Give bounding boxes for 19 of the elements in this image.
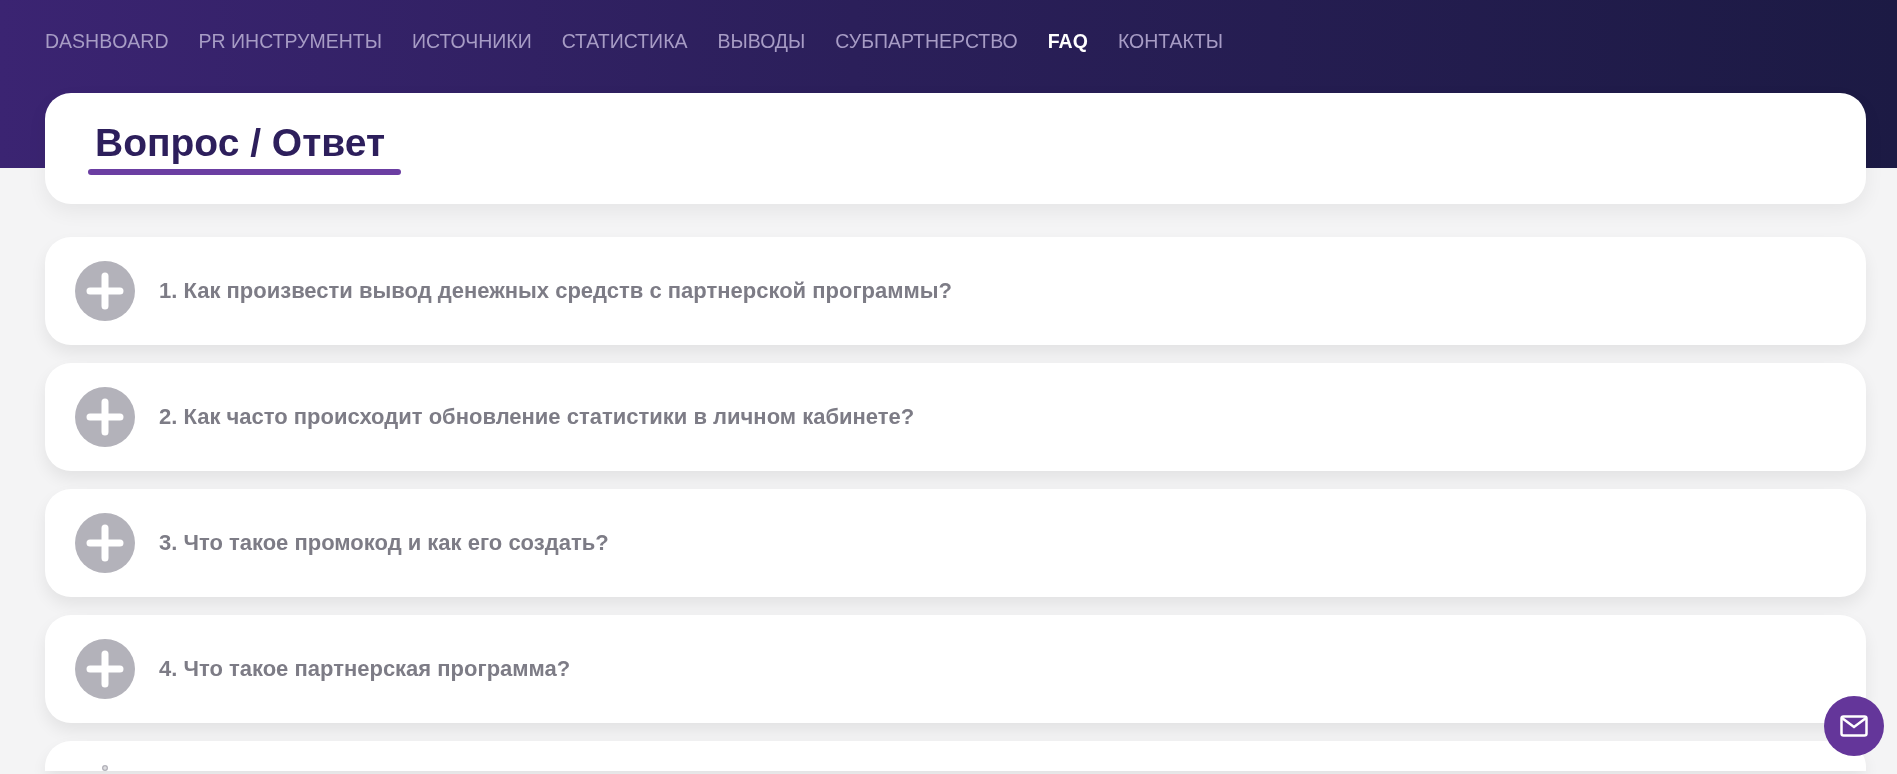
nav-link[interactable]: ИСТОЧНИКИ — [411, 29, 532, 53]
nav-link[interactable]: СУБПАРТНЕРСТВО — [835, 29, 1018, 53]
faq-item[interactable]: 2. Как часто происходит обновление статистики в личном кабинете? — [45, 363, 1866, 471]
faq-question: 3. Что такое промокод и как его создать? — [159, 530, 609, 556]
faq-question: 2. Как часто происходит обновление статистики в личном кабинете? — [159, 404, 915, 430]
nav-link[interactable]: ВЫВОДЫ — [717, 29, 806, 53]
envelope-icon — [1840, 715, 1868, 737]
mail-button[interactable] — [1824, 696, 1884, 756]
faq-item[interactable]: 1. Как произвести вывод денежных средств с партнерской программы? — [45, 237, 1866, 345]
nav-link[interactable]: КОНТАКТЫ — [1117, 29, 1224, 53]
faq-question: 4. Что такое партнерская программа? — [159, 656, 571, 682]
nav-link[interactable]: FAQ — [1047, 29, 1088, 53]
nav-link[interactable]: СТАТИСТИКА — [561, 29, 688, 53]
nav-link[interactable]: PR ИНСТРУМЕНТЫ — [198, 29, 382, 53]
nav-link[interactable]: DASHBOARD — [45, 29, 169, 53]
page-title: Вопрос / Ответ — [95, 121, 386, 165]
faq-item[interactable]: 4. Что такое партнерская программа? — [45, 615, 1866, 723]
faq-item[interactable]: 3. Что такое промокод и как его создать? — [45, 489, 1866, 597]
faq-question: 1. Как произвести вывод денежных средств с партнерской программы? — [159, 278, 952, 304]
